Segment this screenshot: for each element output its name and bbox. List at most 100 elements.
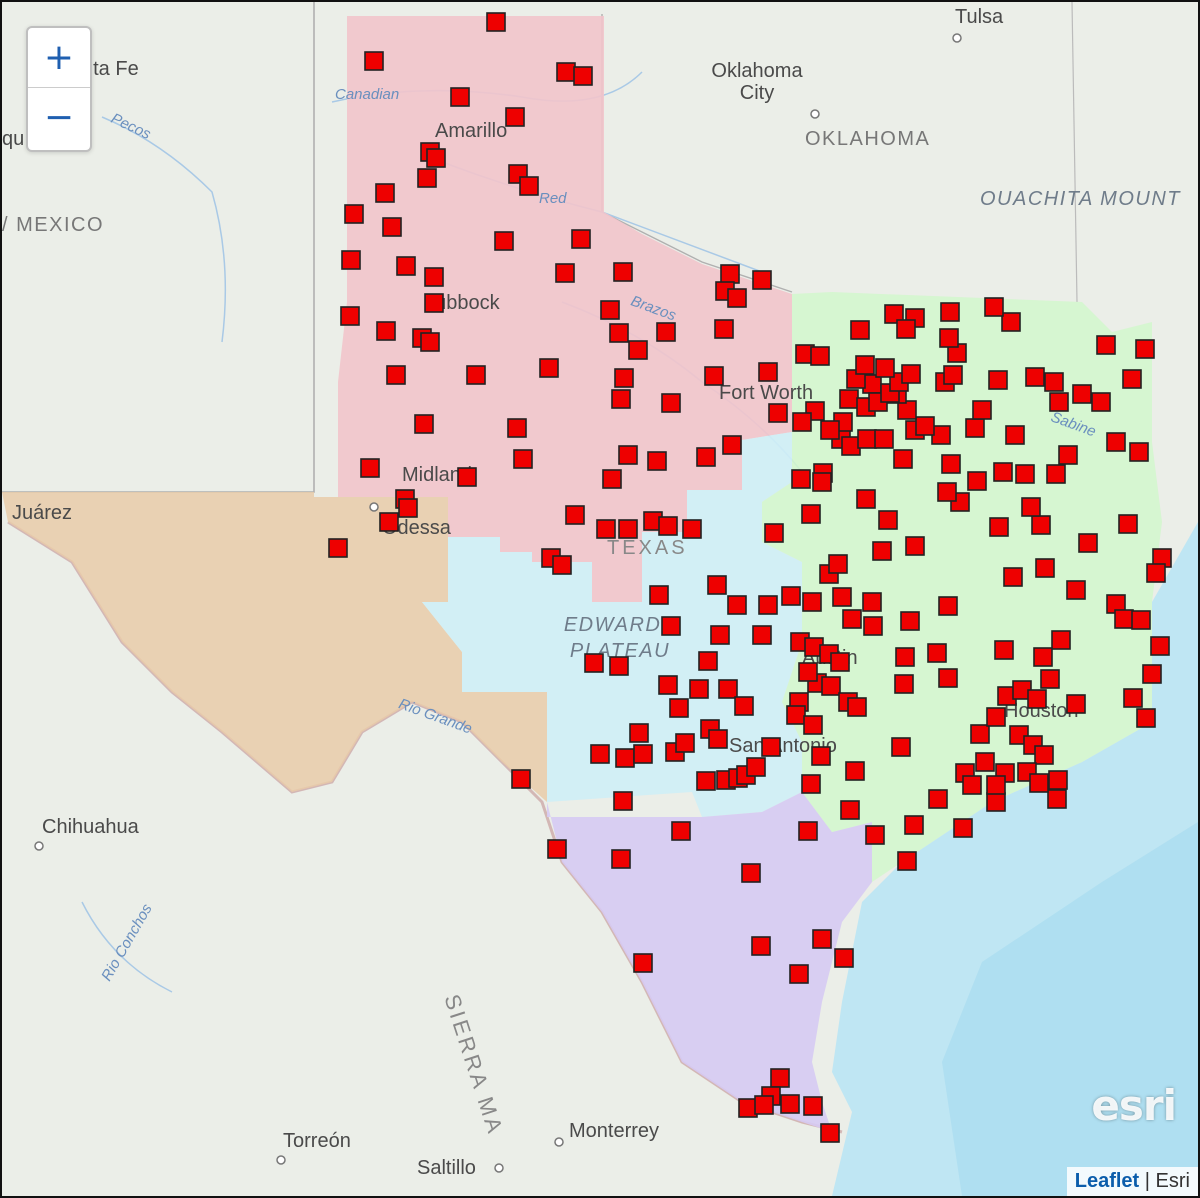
map-marker[interactable] xyxy=(675,733,695,753)
map-marker[interactable] xyxy=(856,489,876,509)
map-marker[interactable] xyxy=(649,585,669,605)
map-marker[interactable] xyxy=(1031,515,1051,535)
map-marker[interactable] xyxy=(364,51,384,71)
map-marker[interactable] xyxy=(940,302,960,322)
map-marker[interactable] xyxy=(875,358,895,378)
map-marker[interactable] xyxy=(618,445,638,465)
map-marker[interactable] xyxy=(1034,745,1054,765)
map-marker[interactable] xyxy=(770,1068,790,1088)
map-marker[interactable] xyxy=(938,668,958,688)
map-marker[interactable] xyxy=(720,264,740,284)
map-marker[interactable] xyxy=(758,362,778,382)
map-marker[interactable] xyxy=(669,698,689,718)
map-marker[interactable] xyxy=(618,519,638,539)
map-marker[interactable] xyxy=(970,724,990,744)
map-marker[interactable] xyxy=(863,616,883,636)
map-marker[interactable] xyxy=(457,467,477,487)
map-marker[interactable] xyxy=(656,322,676,342)
map-marker[interactable] xyxy=(811,746,831,766)
map-marker[interactable] xyxy=(494,231,514,251)
map-marker[interactable] xyxy=(609,323,629,343)
map-marker[interactable] xyxy=(611,389,631,409)
map-marker[interactable] xyxy=(1021,497,1041,517)
map-marker[interactable] xyxy=(1078,533,1098,553)
map-marker[interactable] xyxy=(847,697,867,717)
map-marker[interactable] xyxy=(830,652,850,672)
map-marker[interactable] xyxy=(803,715,823,735)
map-marker[interactable] xyxy=(862,592,882,612)
map-marker[interactable] xyxy=(1025,367,1045,387)
map-marker[interactable] xyxy=(486,12,506,32)
map-marker[interactable] xyxy=(629,723,649,743)
map-marker[interactable] xyxy=(984,297,1004,317)
map-marker[interactable] xyxy=(1047,789,1067,809)
map-marker[interactable] xyxy=(758,595,778,615)
map-marker[interactable] xyxy=(710,625,730,645)
map-marker[interactable] xyxy=(602,469,622,489)
map-marker[interactable] xyxy=(1129,442,1149,462)
map-marker[interactable] xyxy=(614,368,634,388)
map-marker[interactable] xyxy=(1118,514,1138,534)
map-marker[interactable] xyxy=(994,640,1014,660)
map-marker[interactable] xyxy=(798,821,818,841)
map-marker[interactable] xyxy=(714,319,734,339)
map-marker[interactable] xyxy=(761,737,781,757)
map-marker[interactable] xyxy=(1122,369,1142,389)
map-marker[interactable] xyxy=(707,575,727,595)
map-marker[interactable] xyxy=(722,435,742,455)
leaflet-link[interactable]: Leaflet xyxy=(1075,1170,1139,1192)
map-marker[interactable] xyxy=(698,651,718,671)
map-marker[interactable] xyxy=(396,256,416,276)
map-marker[interactable] xyxy=(613,791,633,811)
map-marker[interactable] xyxy=(897,851,917,871)
map-marker[interactable] xyxy=(1136,708,1156,728)
map-marker[interactable] xyxy=(1114,609,1134,629)
map-marker[interactable] xyxy=(552,555,572,575)
map-marker[interactable] xyxy=(505,107,525,127)
map-marker[interactable] xyxy=(904,815,924,835)
map-marker[interactable] xyxy=(752,625,772,645)
map-marker[interactable] xyxy=(928,789,948,809)
map-marker[interactable] xyxy=(986,707,1006,727)
map-marker[interactable] xyxy=(556,62,576,82)
map-marker[interactable] xyxy=(746,757,766,777)
map-marker[interactable] xyxy=(513,449,533,469)
map-marker[interactable] xyxy=(927,643,947,663)
map-marker[interactable] xyxy=(754,1095,774,1115)
map-marker[interactable] xyxy=(865,825,885,845)
map-marker[interactable] xyxy=(609,656,629,676)
map-marker[interactable] xyxy=(834,948,854,968)
map-marker[interactable] xyxy=(821,676,841,696)
map-marker[interactable] xyxy=(915,416,935,436)
map-marker[interactable] xyxy=(839,389,859,409)
map-marker[interactable] xyxy=(988,370,1008,390)
map-marker[interactable] xyxy=(696,447,716,467)
map-marker[interactable] xyxy=(507,418,527,438)
map-marker[interactable] xyxy=(379,512,399,532)
map-marker[interactable] xyxy=(426,148,446,168)
map-marker[interactable] xyxy=(633,953,653,973)
map-marker[interactable] xyxy=(791,469,811,489)
map-marker[interactable] xyxy=(751,936,771,956)
map-marker[interactable] xyxy=(704,366,724,386)
map-marker[interactable] xyxy=(600,300,620,320)
map-marker[interactable] xyxy=(803,1096,823,1116)
map-marker[interactable] xyxy=(1131,610,1151,630)
map-marker[interactable] xyxy=(328,538,348,558)
map-marker[interactable] xyxy=(628,340,648,360)
map-marker[interactable] xyxy=(671,821,691,841)
map-marker[interactable] xyxy=(519,176,539,196)
map-marker[interactable] xyxy=(792,412,812,432)
map-marker[interactable] xyxy=(1058,445,1078,465)
map-marker[interactable] xyxy=(682,519,702,539)
map-marker[interactable] xyxy=(1123,688,1143,708)
map-marker[interactable] xyxy=(1001,312,1021,332)
map-marker[interactable] xyxy=(975,752,995,772)
map-marker[interactable] xyxy=(962,775,982,795)
map-marker[interactable] xyxy=(820,1123,840,1143)
map-marker[interactable] xyxy=(1040,669,1060,689)
map-marker[interactable] xyxy=(965,418,985,438)
map-marker[interactable] xyxy=(1044,372,1064,392)
map-marker[interactable] xyxy=(939,328,959,348)
map-marker[interactable] xyxy=(590,744,610,764)
